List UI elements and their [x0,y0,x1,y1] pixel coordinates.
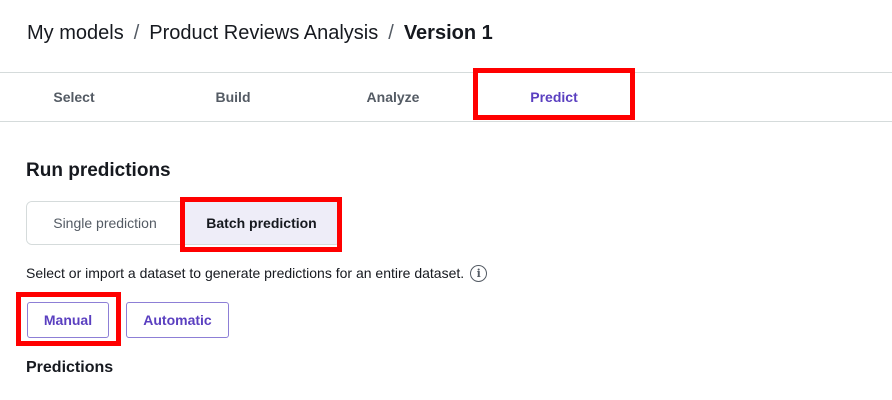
tab-select[interactable]: Select [0,73,148,121]
info-circle-icon[interactable]: i [470,264,488,282]
breadcrumb-my-models[interactable]: My models [27,22,124,45]
predictions-heading: Predictions [26,359,114,376]
manual-button[interactable]: Manual [27,302,109,338]
breadcrumb-separator: / [133,21,140,44]
automatic-button[interactable]: Automatic [126,302,229,338]
breadcrumb-current-version: Version 1 [403,21,493,44]
model-steps-tabs: Select Build Analyze Predict [0,72,892,122]
single-prediction-option[interactable]: Single prediction [27,202,183,244]
batch-prediction-option[interactable]: Batch prediction [183,202,340,244]
tab-analyze[interactable]: Analyze [318,73,468,121]
tab-predict[interactable]: Predict [476,73,632,121]
breadcrumb: My models / Product Reviews Analysis / V… [27,20,493,46]
breadcrumb-product-reviews-analysis[interactable]: Product Reviews Analysis [149,22,378,45]
breadcrumb-separator: / [388,21,394,44]
batch-description: Select or import a dataset to generate p… [26,263,488,283]
tab-build[interactable]: Build [158,73,308,121]
batch-description-text: Select or import a dataset to generate p… [26,265,465,281]
run-predictions-title: Run predictions [26,160,171,181]
prediction-mode-toggle: Single prediction Batch prediction [26,201,341,245]
